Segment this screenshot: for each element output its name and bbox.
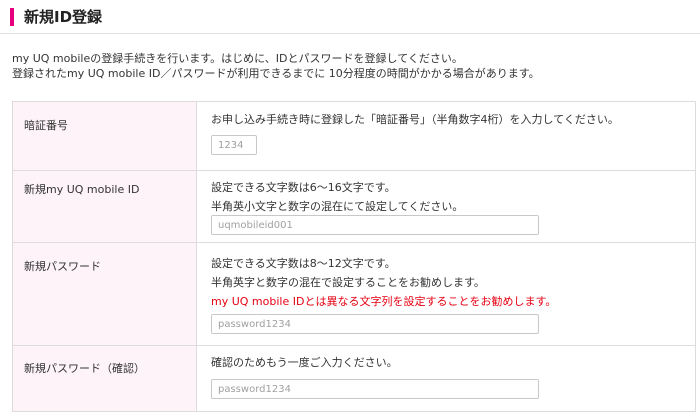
new-password-input-cell: 設定できる文字数は8～12文字です。 半角英字と数字の混在で設定することをお勧め…: [198, 243, 695, 345]
pin-label: 暗証番号: [24, 119, 68, 132]
new-password-description-line: 半角英字と数字の混在で設定することをお勧めします。: [211, 276, 485, 289]
confirm-password-row: 新規パスワード（確認） 確認のためもう一度ご入力ください。: [13, 346, 695, 411]
pin-input-cell: お申し込み手続き時に登録した「暗証番号」（半角数字4桁）を入力してください。: [198, 102, 695, 170]
new-password-description-line: 設定できる文字数は8～12文字です。: [211, 257, 396, 270]
new-password-row: 新規パスワード 設定できる文字数は8～12文字です。 半角英字と数字の混在で設定…: [13, 243, 695, 346]
new-id-label: 新規my UQ mobile ID: [24, 183, 140, 196]
confirm-password-description-line: 確認のためもう一度ご入力ください。: [211, 356, 398, 369]
new-id-description: 設定できる文字数は6～16文字です。 半角英小文字と数字の混在にて設定してくださ…: [211, 178, 463, 216]
page-header: 新規ID登録: [0, 0, 700, 34]
pin-label-cell: 暗証番号: [13, 102, 197, 170]
new-id-description-line: 半角英小文字と数字の混在にて設定してください。: [211, 200, 464, 213]
pin-description: お申し込み手続き時に登録した「暗証番号」（半角数字4桁）を入力してください。: [211, 110, 619, 129]
new-password-input[interactable]: [211, 314, 539, 334]
new-id-row: 新規my UQ mobile ID 設定できる文字数は6～16文字です。 半角英…: [13, 171, 695, 243]
new-id-input[interactable]: [211, 215, 539, 235]
registration-form: 暗証番号 お申し込み手続き時に登録した「暗証番号」（半角数字4桁）を入力してくだ…: [12, 101, 696, 412]
new-password-warning: my UQ mobile IDとは異なる文字列を設定することをお勧めします。: [211, 295, 557, 308]
new-password-label-cell: 新規パスワード: [13, 243, 197, 345]
new-id-label-cell: 新規my UQ mobile ID: [13, 171, 197, 242]
confirm-password-input[interactable]: [211, 379, 539, 399]
confirm-password-description: 確認のためもう一度ご入力ください。: [211, 353, 398, 372]
heading-accent-bar: [10, 8, 14, 26]
new-password-label: 新規パスワード: [24, 260, 101, 273]
new-id-description-line: 設定できる文字数は6～16文字です。: [211, 181, 396, 194]
new-password-description: 設定できる文字数は8～12文字です。 半角英字と数字の混在で設定することをお勧め…: [211, 254, 556, 311]
intro-line-2: 登録されたmy UQ mobile ID／パスワードが利用できるまでに 10分程…: [12, 67, 540, 80]
intro-line-1: my UQ mobileの登録手続きを行います。はじめに、IDとパスワードを登録…: [12, 52, 463, 65]
intro-text: my UQ mobileの登録手続きを行います。はじめに、IDとパスワードを登録…: [12, 51, 692, 81]
confirm-password-label-cell: 新規パスワード（確認）: [13, 346, 197, 411]
pin-input[interactable]: [211, 135, 257, 155]
new-id-input-cell: 設定できる文字数は6～16文字です。 半角英小文字と数字の混在にて設定してくださ…: [198, 171, 695, 242]
confirm-password-input-cell: 確認のためもう一度ご入力ください。: [198, 346, 695, 411]
confirm-password-label: 新規パスワード（確認）: [24, 362, 145, 375]
page-title: 新規ID登録: [24, 8, 103, 26]
pin-row: 暗証番号 お申し込み手続き時に登録した「暗証番号」（半角数字4桁）を入力してくだ…: [13, 102, 695, 171]
pin-description-line: お申し込み手続き時に登録した「暗証番号」（半角数字4桁）を入力してください。: [211, 113, 619, 126]
